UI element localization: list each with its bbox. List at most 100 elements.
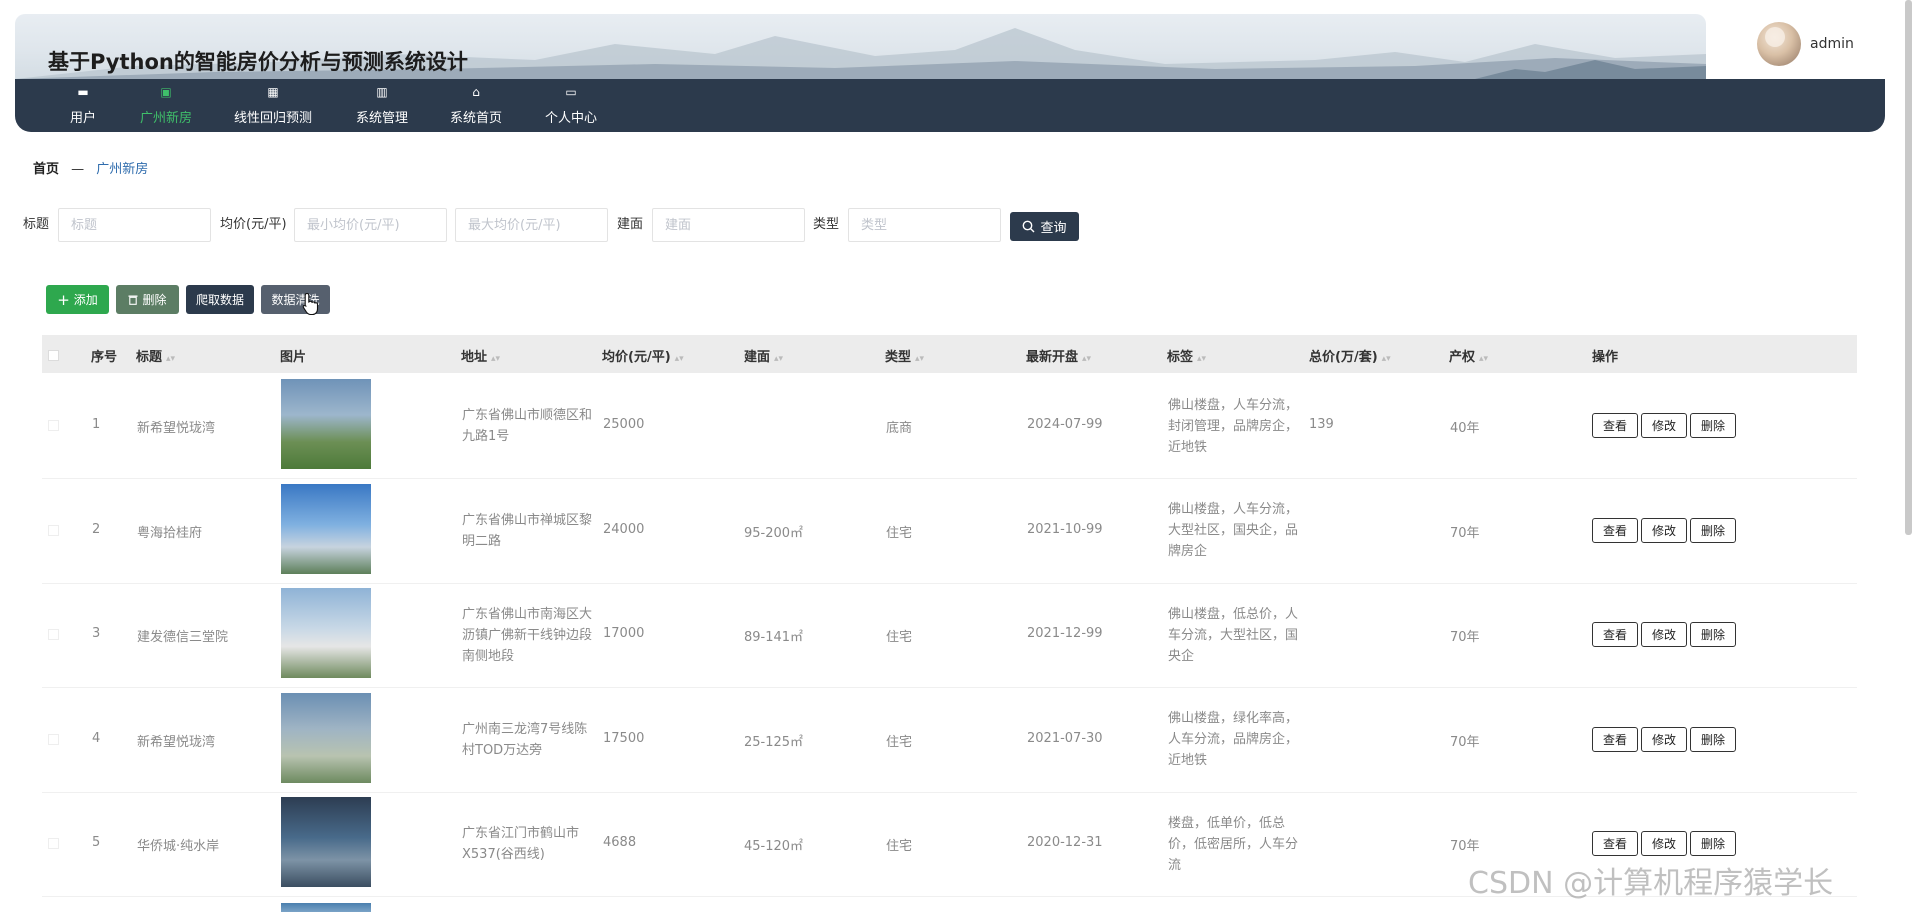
cell-type: 住宅 (886, 630, 913, 645)
area-filter-input[interactable] (652, 208, 805, 242)
nav-item-system-home[interactable]: ⌂ 系统首页 (433, 79, 519, 132)
cell-rights: 70年 (1450, 734, 1480, 750)
add-button-label: 添加 (73, 293, 98, 307)
calendar-check-icon: ▣ (160, 85, 172, 99)
cell-type: 住宅 (886, 525, 913, 541)
edit-button[interactable]: 修改 (1641, 831, 1687, 856)
edit-button[interactable]: 修改 (1641, 517, 1687, 543)
delete-button[interactable]: 删除 (1690, 413, 1736, 438)
nav-item-label: 线性回归预测 (233, 111, 312, 126)
breadcrumb-current: 广州新房 (96, 162, 149, 177)
cell-area: 95-200㎡ (744, 525, 804, 541)
delete-button[interactable]: 删除 (1690, 831, 1736, 856)
cell-tags: 佛山楼盘，低总价，人车分流，大型社区，国央企 (1168, 606, 1299, 664)
view-button[interactable]: 查看 (1592, 517, 1638, 543)
edit-button[interactable]: 修改 (1641, 726, 1687, 752)
cell-open: 2024-07-99 (1027, 417, 1103, 432)
add-button[interactable]: + 添加 (46, 285, 109, 314)
crawl-data-button[interactable]: 爬取数据 (186, 285, 254, 314)
type-filter-label: 类型 (813, 217, 840, 232)
nav-item-label: 系统首页 (449, 111, 502, 126)
sort-icon: ▴▾ (166, 354, 176, 364)
edit-button[interactable]: 修改 (1641, 622, 1687, 647)
home-icon: ⌂ (472, 85, 480, 99)
scrollbar[interactable] (1905, 0, 1912, 535)
column-title[interactable]: 标题 ▴▾ (136, 346, 175, 365)
nav-item-label: 系统管理 (355, 111, 408, 126)
breadcrumb-home[interactable]: 首页 (33, 162, 59, 177)
trash-icon (128, 295, 138, 305)
batch-delete-button[interactable]: 删除 (116, 285, 179, 314)
select-all-checkbox[interactable] (48, 350, 59, 361)
delete-button[interactable]: 删除 (1690, 622, 1736, 647)
sort-icon: ▴▾ (491, 354, 501, 364)
view-button[interactable]: 查看 (1592, 831, 1638, 856)
min-price-input[interactable] (294, 208, 447, 242)
app-header: 基于Python的智能房价分析与预测系统设计 (15, 14, 1706, 79)
sort-icon: ▴▾ (774, 354, 784, 364)
cell-tags: 佛山楼盘，人车分流，封闭管理，品牌房企，近地铁 (1168, 397, 1299, 455)
view-button[interactable]: 查看 (1592, 622, 1638, 647)
cell-rights: 40年 (1450, 421, 1480, 436)
column-address[interactable]: 地址 ▴▾ (461, 346, 500, 365)
nav-item-linear-regression[interactable]: ▦ 线性回归预测 (218, 79, 328, 132)
nav-item-personal-center[interactable]: ▭ 个人中心 (528, 79, 614, 132)
cell-area: 89-141㎡ (744, 630, 804, 645)
view-button[interactable]: 查看 (1592, 726, 1638, 752)
watermark-text: CSDN @计算机程序猿学长 (1468, 866, 1834, 901)
cell-open: 2020-12-31 (1027, 835, 1103, 850)
table-row: 2 粤海拾桂府 广东省佛山市禅城区黎明二路 24000 95-200㎡ 住宅 2021-10… (42, 479, 1857, 584)
title-filter-input[interactable] (58, 208, 211, 242)
column-open-date[interactable]: 最新开盘 ▴▾ (1026, 346, 1091, 365)
row-checkbox[interactable] (48, 838, 59, 849)
delete-button[interactable]: 删除 (1690, 726, 1736, 752)
column-price[interactable]: 均价(元/平) ▴▾ (602, 346, 684, 365)
avatar[interactable] (1757, 22, 1801, 66)
edit-button[interactable]: 修改 (1641, 413, 1687, 438)
bar-icon: ▥ (376, 85, 388, 99)
cell-rights: 70年 (1450, 525, 1480, 541)
table-row: 4 新希望悦珑湾 广州南三龙湾7号线陈村TOD万达旁 17500 25-125㎡ 住宅 20… (42, 688, 1857, 793)
column-rights[interactable]: 产权 ▴▾ (1449, 346, 1488, 365)
nav-item-users[interactable]: ▬ 用户 (53, 79, 113, 132)
row-checkbox[interactable] (48, 420, 59, 431)
table-header (42, 335, 1857, 373)
row-thumbnail-image (281, 483, 371, 574)
nav-item-system-management[interactable]: ▥ 系统管理 (339, 79, 425, 132)
top-nav: ▬ 用户 ▣ 广州新房 ▦ 线性回归预测 ▥ 系统管理 ⌂ 系统首页 ▭ 个人中… (15, 79, 1885, 132)
cell-index: 3 (92, 626, 101, 641)
column-total-price[interactable]: 总价(万/套) ▴▾ (1309, 346, 1391, 365)
cell-price: 17000 (603, 626, 645, 641)
column-area[interactable]: 建面 ▴▾ (744, 346, 783, 365)
column-tags[interactable]: 标签 ▴▾ (1167, 346, 1206, 365)
type-filter-input[interactable] (848, 208, 1001, 242)
max-price-input[interactable] (455, 208, 608, 242)
cell-open: 2021-12-99 (1027, 626, 1103, 641)
column-type[interactable]: 类型 ▴▾ (885, 346, 924, 365)
cell-title: 新希望悦珑湾 (137, 421, 216, 436)
grid-icon: ▦ (267, 85, 279, 99)
row-thumbnail-image (281, 588, 371, 678)
search-icon (1023, 220, 1035, 233)
cell-area: 45-120㎡ (744, 839, 804, 854)
cell-address: 广东省佛山市南海区大沥镇广佛新干线钟边段南侧地段 (462, 606, 593, 664)
cell-type: 住宅 (886, 839, 913, 854)
view-button[interactable]: 查看 (1592, 413, 1638, 438)
cell-address: 广东省佛山市顺德区和九路1号 (462, 408, 593, 444)
row-thumbnail-image (281, 903, 371, 912)
row-checkbox[interactable] (48, 733, 59, 745)
row-checkbox[interactable] (48, 629, 59, 640)
card-icon: ▭ (565, 85, 577, 99)
user-name[interactable]: admin (1810, 36, 1854, 52)
row-checkbox[interactable] (48, 524, 59, 536)
user-menu[interactable]: admin (1757, 22, 1854, 66)
nav-item-guangzhou-new-homes[interactable]: ▣ 广州新房 (121, 79, 211, 132)
briefcase-icon: ▬ (77, 85, 89, 99)
row-thumbnail-image (281, 797, 371, 887)
area-filter-label: 建面 (617, 217, 644, 232)
plus-icon: + (57, 290, 70, 309)
delete-button[interactable]: 删除 (1690, 517, 1736, 543)
cell-area: 25-125㎡ (744, 734, 804, 750)
cell-title: 粤海拾桂府 (137, 525, 203, 541)
query-button[interactable]: 查询 (1010, 212, 1079, 241)
